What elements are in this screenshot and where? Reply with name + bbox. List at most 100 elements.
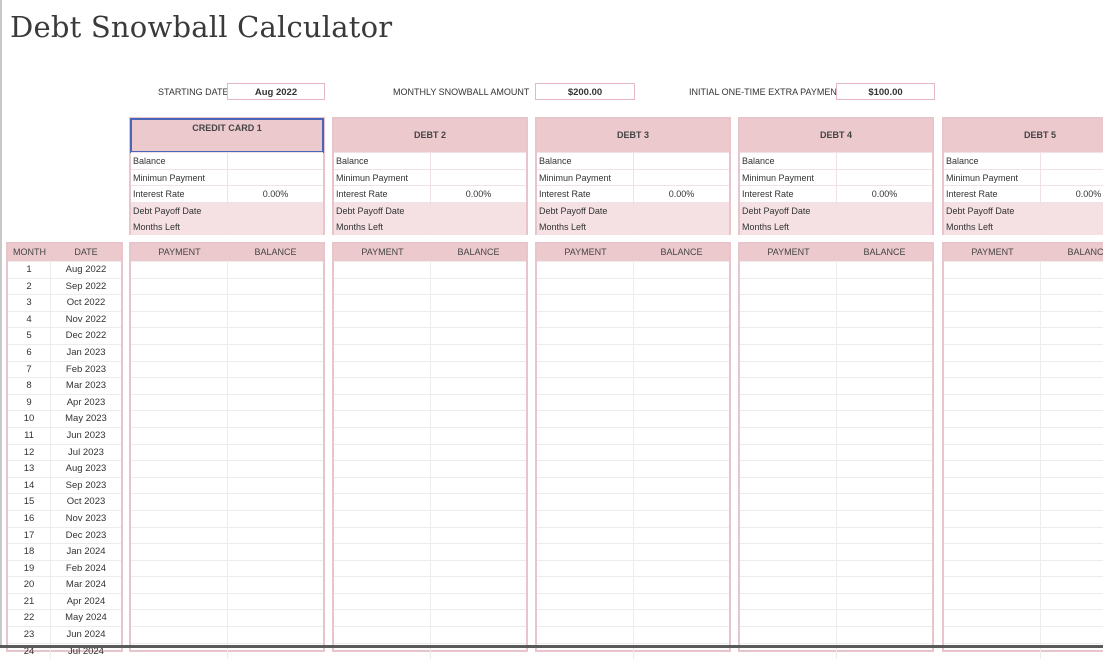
debt-name-cell[interactable]: DEBT 3 <box>537 119 729 152</box>
payment-cell[interactable] <box>944 427 1041 444</box>
field-value[interactable] <box>228 170 323 186</box>
field-value[interactable] <box>634 219 729 235</box>
balance-cell[interactable] <box>1041 478 1103 494</box>
balance-cell[interactable] <box>228 279 323 295</box>
balance-cell[interactable] <box>837 328 932 344</box>
payment-cell[interactable] <box>944 411 1041 427</box>
payment-cell[interactable] <box>944 262 1041 278</box>
payment-cell[interactable] <box>944 527 1041 544</box>
payment-cell[interactable] <box>537 278 634 295</box>
payment-cell[interactable] <box>944 394 1041 411</box>
payment-cell[interactable] <box>944 328 1041 344</box>
balance-cell[interactable] <box>634 610 729 626</box>
payment-cell[interactable] <box>740 494 837 510</box>
payment-cell[interactable] <box>131 510 228 527</box>
payment-cell[interactable] <box>537 527 634 544</box>
balance-cell[interactable] <box>228 395 323 411</box>
payment-cell[interactable] <box>131 344 228 361</box>
payment-cell[interactable] <box>740 344 837 361</box>
payment-cell[interactable] <box>537 361 634 378</box>
payment-cell[interactable] <box>740 560 837 577</box>
balance-cell[interactable] <box>1041 279 1103 295</box>
payment-cell[interactable] <box>334 262 431 278</box>
balance-cell[interactable] <box>837 594 932 610</box>
payment-cell[interactable] <box>334 344 431 361</box>
balance-cell[interactable] <box>228 478 323 494</box>
payment-cell[interactable] <box>944 560 1041 577</box>
payment-cell[interactable] <box>334 544 431 560</box>
payment-cell[interactable] <box>334 510 431 527</box>
balance-cell[interactable] <box>837 262 932 278</box>
balance-cell[interactable] <box>634 262 729 278</box>
balance-cell[interactable] <box>837 312 932 328</box>
payment-cell[interactable] <box>537 295 634 311</box>
balance-cell[interactable] <box>634 345 729 361</box>
payment-cell[interactable] <box>740 477 837 494</box>
payment-cell[interactable] <box>131 527 228 544</box>
balance-cell[interactable] <box>228 594 323 610</box>
balance-cell[interactable] <box>1041 378 1103 394</box>
field-value[interactable]: 0.00% <box>228 186 323 202</box>
balance-cell[interactable] <box>431 561 526 577</box>
balance-cell[interactable] <box>431 544 526 560</box>
payment-cell[interactable] <box>740 311 837 328</box>
balance-cell[interactable] <box>228 362 323 378</box>
payment-cell[interactable] <box>334 394 431 411</box>
balance-cell[interactable] <box>837 561 932 577</box>
balance-cell[interactable] <box>837 295 932 311</box>
balance-cell[interactable] <box>1041 561 1103 577</box>
balance-cell[interactable] <box>837 362 932 378</box>
payment-cell[interactable] <box>131 560 228 577</box>
balance-cell[interactable] <box>634 511 729 527</box>
balance-cell[interactable] <box>634 478 729 494</box>
balance-cell[interactable] <box>634 328 729 344</box>
balance-cell[interactable] <box>1041 295 1103 311</box>
field-value[interactable] <box>634 203 729 219</box>
payment-cell[interactable] <box>944 494 1041 510</box>
balance-cell[interactable] <box>837 478 932 494</box>
payment-cell[interactable] <box>740 544 837 560</box>
payment-cell[interactable] <box>537 262 634 278</box>
balance-cell[interactable] <box>1041 577 1103 593</box>
balance-cell[interactable] <box>431 378 526 394</box>
balance-cell[interactable] <box>228 627 323 643</box>
field-value[interactable] <box>228 203 323 219</box>
payment-cell[interactable] <box>944 378 1041 394</box>
payment-cell[interactable] <box>537 577 634 593</box>
payment-cell[interactable] <box>740 510 837 527</box>
field-value[interactable] <box>634 153 729 169</box>
balance-cell[interactable] <box>1041 528 1103 544</box>
payment-cell[interactable] <box>740 411 837 427</box>
field-value[interactable] <box>837 203 932 219</box>
balance-cell[interactable] <box>837 279 932 295</box>
payment-cell[interactable] <box>740 262 837 278</box>
payment-cell[interactable] <box>740 361 837 378</box>
field-value[interactable] <box>431 170 526 186</box>
payment-cell[interactable] <box>944 510 1041 527</box>
balance-cell[interactable] <box>431 362 526 378</box>
balance-cell[interactable] <box>431 494 526 510</box>
payment-cell[interactable] <box>131 461 228 477</box>
balance-cell[interactable] <box>837 544 932 560</box>
payment-cell[interactable] <box>740 627 837 643</box>
balance-cell[interactable] <box>431 594 526 610</box>
payment-cell[interactable] <box>131 444 228 461</box>
balance-cell[interactable] <box>431 610 526 626</box>
payment-cell[interactable] <box>944 361 1041 378</box>
balance-cell[interactable] <box>1041 411 1103 427</box>
balance-cell[interactable] <box>431 528 526 544</box>
balance-cell[interactable] <box>837 378 932 394</box>
payment-cell[interactable] <box>537 344 634 361</box>
balance-cell[interactable] <box>634 494 729 510</box>
balance-cell[interactable] <box>228 328 323 344</box>
debt-name-cell[interactable]: DEBT 4 <box>740 119 932 152</box>
balance-cell[interactable] <box>431 411 526 427</box>
balance-cell[interactable] <box>1041 362 1103 378</box>
payment-cell[interactable] <box>944 477 1041 494</box>
balance-cell[interactable] <box>431 461 526 477</box>
balance-cell[interactable] <box>837 411 932 427</box>
field-value[interactable] <box>837 219 932 235</box>
field-value[interactable] <box>837 170 932 186</box>
extra-payment-field[interactable]: $100.00 <box>836 83 935 100</box>
field-value[interactable]: 0.00% <box>1041 186 1103 202</box>
